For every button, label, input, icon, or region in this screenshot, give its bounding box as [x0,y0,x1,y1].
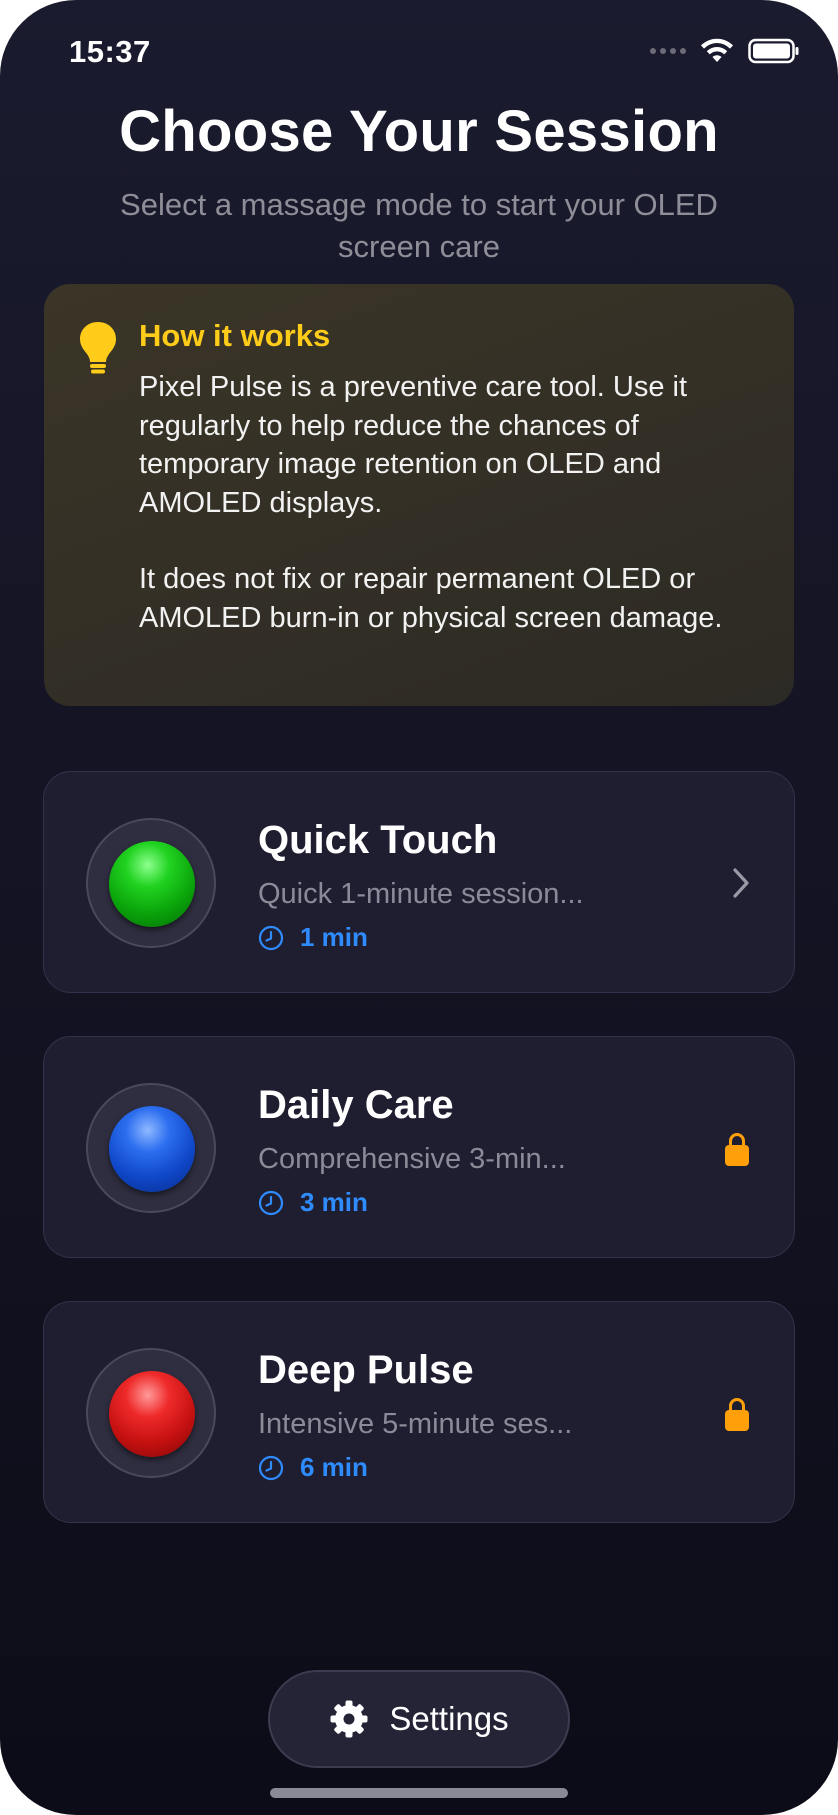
page-subtitle: Select a massage mode to start your OLED… [120,187,718,264]
settings-button[interactable]: Settings [268,1670,570,1768]
settings-label: Settings [389,1700,509,1737]
lock-icon [725,1133,749,1166]
session-duration-label: 1 min [300,922,368,952]
session-duration: 6 min [258,1452,368,1483]
session-description: Comprehensive 3-min... [258,1143,566,1175]
session-card-quick-touch[interactable]: Quick Touch Quick 1-minute session... 1 … [43,771,795,993]
battery-icon [748,38,799,64]
session-duration: 1 min [258,922,368,953]
blue-orb-icon [109,1106,195,1192]
red-orb-icon [109,1371,195,1457]
lock-icon [725,1398,749,1431]
lightbulb-icon [80,322,116,374]
info-paragraph-2: It does not fix or repair permanent OLED… [139,563,723,634]
clock-icon [258,1455,284,1480]
chevron-right-icon [733,868,749,898]
session-card-deep-pulse[interactable]: Deep Pulse Intensive 5-minute ses... 6 m… [43,1301,795,1523]
session-title: Daily Care [258,1083,454,1127]
session-description: Intensive 5-minute ses... [258,1408,573,1440]
status-time: 15:37 [69,34,151,69]
info-card: How it works Pixel Pulse is a preventive… [44,284,794,706]
gear-icon [330,1700,368,1738]
home-indicator[interactable] [270,1788,568,1798]
status-icons [650,38,800,64]
session-orb-ring [86,1083,216,1213]
session-description: Quick 1-minute session... [258,878,584,910]
wifi-icon [701,38,733,62]
session-orb-ring [86,818,216,948]
session-title: Quick Touch [258,818,498,862]
info-title: How it works [139,318,331,353]
page-title: Choose Your Session [119,99,719,164]
clock-icon [258,925,284,950]
session-orb-ring [86,1348,216,1478]
session-title: Deep Pulse [258,1348,474,1392]
session-duration: 3 min [258,1187,368,1218]
green-orb-icon [109,841,195,927]
info-body: Pixel Pulse is a preventive care tool. U… [139,368,769,637]
session-duration-label: 3 min [300,1187,368,1217]
session-duration-label: 6 min [300,1452,368,1482]
cellular-signal-icon [650,48,686,54]
info-paragraph-1: Pixel Pulse is a preventive care tool. U… [139,371,688,519]
session-card-daily-care[interactable]: Daily Care Comprehensive 3-min... 3 min [43,1036,795,1258]
clock-icon [258,1190,284,1215]
app-screen: 15:37 Choose Your Session Select a massa… [0,0,838,1815]
